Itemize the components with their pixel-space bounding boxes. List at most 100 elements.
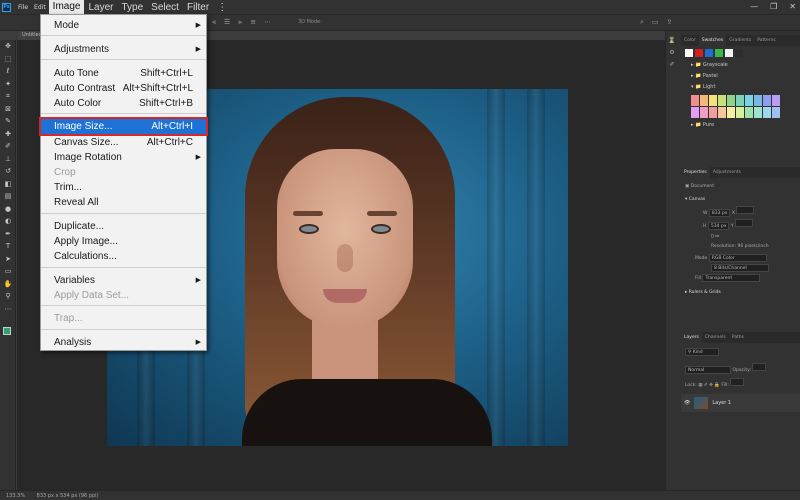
menu-item-auto-contrast[interactable]: Auto Contrast Alt+Shift+Ctrl+L: [41, 81, 206, 96]
tab-layers[interactable]: Layers: [681, 332, 702, 343]
portrait-icon[interactable]: ▯: [711, 234, 713, 239]
workspace-icon[interactable]: ▭: [652, 18, 659, 27]
light-color-swatch[interactable]: [772, 95, 780, 106]
menu-item-image-rotation[interactable]: Image Rotation ▶: [41, 150, 206, 165]
tab-patterns[interactable]: Patterns: [754, 35, 779, 46]
menu-file[interactable]: File: [15, 4, 31, 11]
menu-edit[interactable]: Edit: [31, 4, 49, 11]
pen-tool-icon[interactable]: ✒: [0, 228, 16, 241]
path-selection-tool-icon[interactable]: ➤: [0, 253, 16, 266]
zoom-tool-icon[interactable]: ⚲: [0, 290, 16, 303]
recent-color-swatch[interactable]: [685, 49, 693, 57]
distribute-icon[interactable]: ≡: [250, 18, 256, 27]
fill-select[interactable]: Transparent: [702, 274, 761, 282]
tab-properties[interactable]: Properties: [681, 167, 710, 178]
rulers-grids-section[interactable]: ▸ Rulers & Grids: [681, 282, 800, 303]
menu-filter[interactable]: Filter: [183, 2, 213, 13]
crop-tool-icon[interactable]: ⌗: [0, 90, 16, 103]
menu-item-duplicate[interactable]: Duplicate...: [41, 219, 206, 234]
brush-panel-icon[interactable]: ✐: [665, 61, 679, 73]
visibility-eye-icon[interactable]: 👁: [684, 400, 690, 406]
align-right-icon[interactable]: ⫸: [238, 18, 242, 27]
align-left-icon[interactable]: ⫷: [212, 18, 216, 27]
recent-color-swatch[interactable]: [715, 49, 723, 57]
opacity-field[interactable]: [752, 363, 767, 371]
light-color-swatch[interactable]: [691, 107, 699, 118]
history-brush-tool-icon[interactable]: ↺: [0, 165, 16, 178]
menu-image[interactable]: Image: [48, 0, 85, 14]
light-color-swatch[interactable]: [763, 95, 771, 106]
eraser-tool-icon[interactable]: ◧: [0, 178, 16, 191]
align-center-icon[interactable]: ☰: [224, 18, 230, 27]
light-color-swatch[interactable]: [736, 95, 744, 106]
tab-swatches[interactable]: Swatches: [698, 35, 727, 46]
menu-item-mode[interactable]: Mode ▶: [41, 18, 206, 33]
frame-tool-icon[interactable]: ⊠: [0, 103, 16, 116]
light-color-swatch[interactable]: [727, 107, 735, 118]
menu-item-trim[interactable]: Trim...: [41, 180, 206, 195]
canvas-x-field[interactable]: [736, 206, 755, 214]
menu-item-auto-tone[interactable]: Auto Tone Shift+Ctrl+L: [41, 66, 206, 81]
layer-kind-select[interactable]: ⚲ Kind: [685, 348, 719, 356]
recent-color-swatch[interactable]: [705, 49, 713, 57]
light-color-swatch[interactable]: [745, 107, 753, 118]
tab-channels[interactable]: Channels: [702, 332, 729, 343]
blur-tool-icon[interactable]: ●: [0, 203, 16, 216]
recent-color-swatch[interactable]: [725, 49, 733, 57]
tab-color[interactable]: Color: [681, 35, 699, 46]
light-color-swatch[interactable]: [709, 95, 717, 106]
history-panel-icon[interactable]: ⌛: [665, 37, 679, 49]
more-options-icon[interactable]: ⋯: [264, 18, 271, 27]
swatch-group-pastel[interactable]: ▸ 📁 Pastel: [681, 71, 800, 82]
landscape-icon[interactable]: ▭: [715, 234, 719, 239]
recent-color-swatch[interactable]: [735, 49, 743, 57]
bits-select[interactable]: 8 Bits/Channel: [711, 264, 769, 272]
shape-tool-icon[interactable]: ▭: [0, 265, 16, 278]
more-menus-icon[interactable]: ⋮: [213, 2, 231, 13]
swatch-group-grayscale[interactable]: ▸ 📁 Grayscale: [681, 60, 800, 71]
restore-icon[interactable]: ❐: [770, 2, 777, 11]
light-color-swatch[interactable]: [709, 107, 717, 118]
type-tool-icon[interactable]: T: [0, 240, 16, 253]
light-color-swatch[interactable]: [745, 95, 753, 106]
fill-field[interactable]: [730, 378, 745, 386]
light-color-swatch[interactable]: [754, 107, 762, 118]
layer-name[interactable]: Layer 1: [712, 400, 731, 406]
light-color-swatch[interactable]: [727, 95, 735, 106]
more-tools-icon[interactable]: ⋯: [0, 303, 16, 316]
blend-mode-select[interactable]: Normal: [685, 366, 731, 374]
marquee-tool-icon[interactable]: ⬚: [0, 53, 16, 66]
tab-gradients[interactable]: Gradients: [726, 35, 754, 46]
light-color-swatch[interactable]: [700, 107, 708, 118]
eyedropper-tool-icon[interactable]: ✎: [0, 115, 16, 128]
menu-select[interactable]: Select: [147, 2, 183, 13]
stamp-tool-icon[interactable]: ⊥: [0, 153, 16, 166]
lasso-tool-icon[interactable]: ℓ: [0, 65, 16, 78]
light-color-swatch[interactable]: [763, 107, 771, 118]
swatch-group-pure[interactable]: ▸ 📁 Pure: [681, 120, 800, 131]
healing-tool-icon[interactable]: ✚: [0, 128, 16, 141]
minimize-icon[interactable]: —: [750, 2, 758, 11]
swatch-group-light[interactable]: ▾ 📁 Light: [681, 82, 800, 93]
menu-item-auto-color[interactable]: Auto Color Shift+Ctrl+B: [41, 96, 206, 111]
tab-adjustments[interactable]: Adjustments: [710, 167, 744, 178]
menu-item-analysis[interactable]: Analysis ▶: [41, 335, 206, 350]
menu-item-variables[interactable]: Variables ▶: [41, 273, 206, 288]
close-icon[interactable]: ✕: [789, 2, 796, 11]
menu-item-canvas-size[interactable]: Canvas Size... Alt+Ctrl+C: [41, 135, 206, 150]
light-color-swatch[interactable]: [736, 107, 744, 118]
foreground-color-swatch[interactable]: [3, 327, 11, 335]
canvas-section-title[interactable]: ▾ Canvas: [681, 195, 800, 204]
light-color-swatch[interactable]: [718, 107, 726, 118]
dodge-tool-icon[interactable]: ◐: [0, 215, 16, 228]
share-icon[interactable]: ⇪: [667, 18, 673, 27]
menu-item-apply-image[interactable]: Apply Image...: [41, 234, 206, 249]
menu-type[interactable]: Type: [117, 2, 147, 13]
move-tool-icon[interactable]: ✥: [0, 40, 16, 53]
properties-panel-icon[interactable]: ⚙: [665, 49, 679, 61]
light-color-swatch[interactable]: [754, 95, 762, 106]
menu-item-adjustments[interactable]: Adjustments ▶: [41, 42, 206, 57]
canvas-width-field[interactable]: 833 px: [708, 209, 731, 217]
zoom-level[interactable]: 133.3%: [0, 493, 25, 499]
gradient-tool-icon[interactable]: ▤: [0, 190, 16, 203]
